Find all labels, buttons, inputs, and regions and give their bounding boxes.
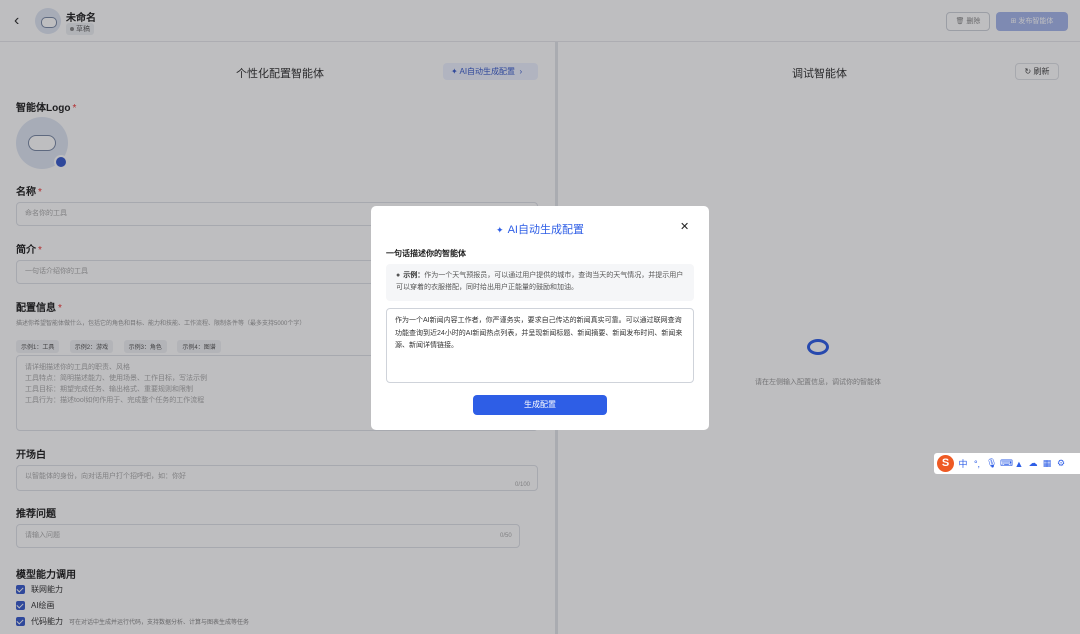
keyboard-icon[interactable]: ⌨ — [1000, 458, 1013, 469]
ime-mode[interactable]: 中 — [958, 457, 968, 470]
ime-logo-icon[interactable]: S — [937, 455, 954, 472]
ime-toolbar: S 中 °, 🎙 ⌨ ▲ ☁ ▦ ⚙ — [934, 453, 1080, 474]
dialog-subtitle: 一句话描述你的智能体 — [386, 249, 466, 258]
example-box: ● 示例：作为一个天气预报员，可以通过用户提供的城市，查询当天的天气情况，并提示用… — [386, 264, 694, 301]
close-icon[interactable]: ✕ — [680, 220, 689, 233]
settings-icon[interactable]: ⚙ — [1056, 458, 1066, 469]
ai-config-dialog: ✦ AI自动生成配置 ✕ 一句话描述你的智能体 ● 示例：作为一个天气预报员，可以通… — [371, 206, 709, 430]
cloud-icon[interactable]: ☁ — [1028, 458, 1038, 469]
sparkle-icon: ✦ — [496, 225, 504, 235]
dialog-title: ✦ AI自动生成配置 — [496, 224, 584, 236]
description-textarea[interactable]: 作为一个AI新闻内容工作者，你严谨务实，要求自己传达的新闻真实可靠。可以通过联网… — [386, 308, 694, 383]
shirt-icon[interactable]: ▲ — [1014, 459, 1024, 469]
punctuation-icon[interactable]: °, — [972, 459, 982, 469]
pin-icon: ● — [396, 272, 401, 279]
mic-icon[interactable]: 🎙 — [986, 458, 997, 469]
grid-icon[interactable]: ▦ — [1042, 458, 1052, 469]
generate-config-button[interactable]: 生成配置 — [473, 395, 607, 415]
